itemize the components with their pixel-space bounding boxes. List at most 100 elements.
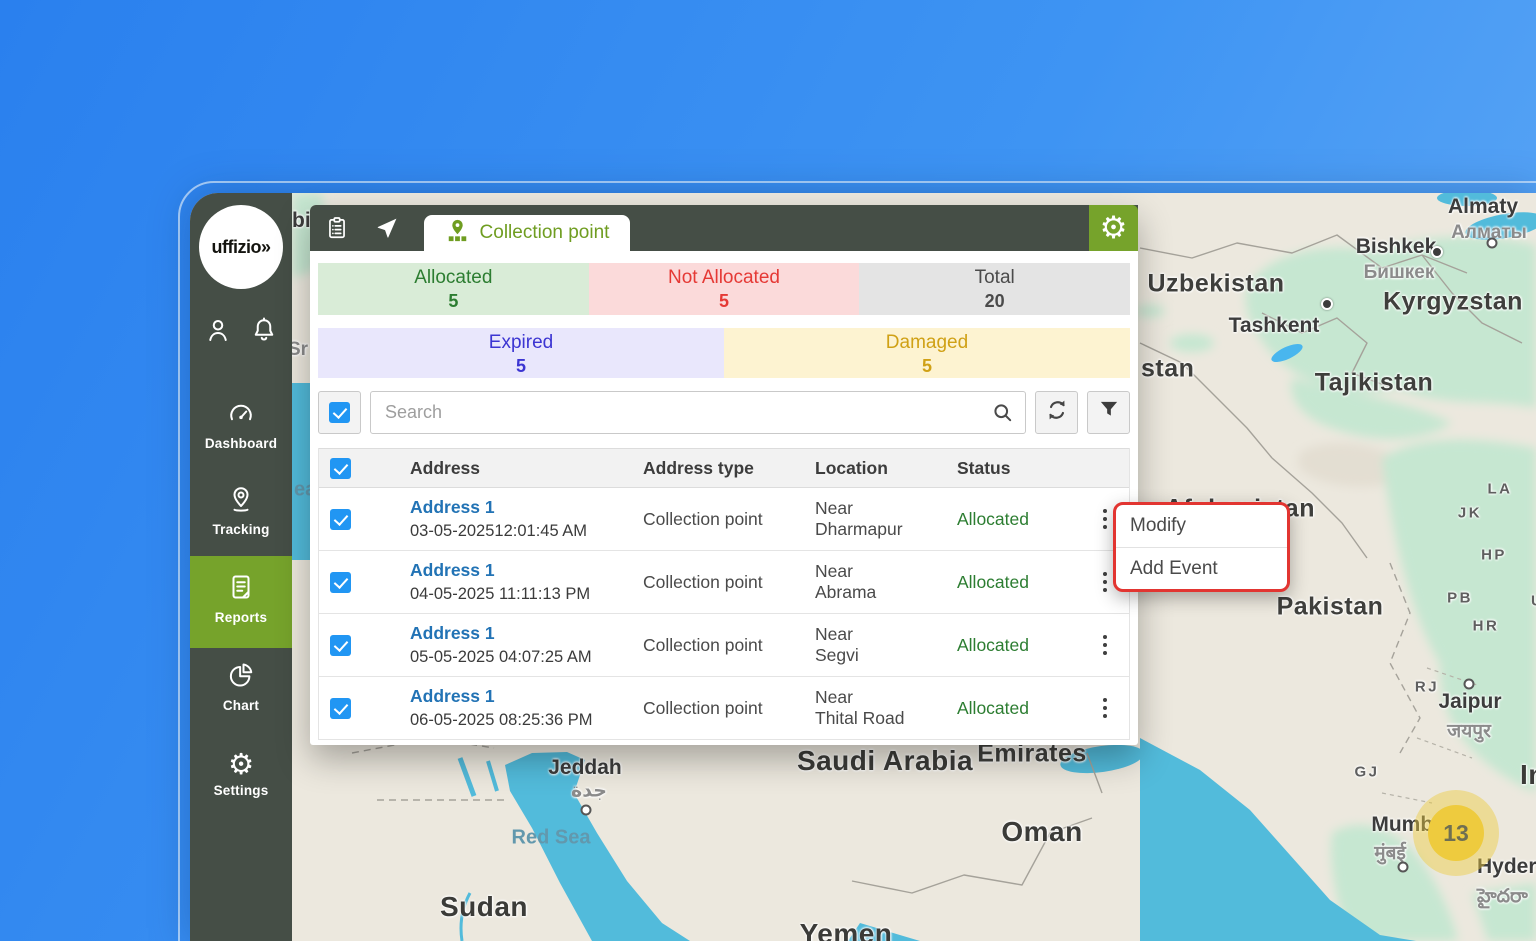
table-row[interactable]: Address 1 05-05-2025 04:07:25 AM Collect… [319, 614, 1129, 677]
send-arrow-icon[interactable] [374, 215, 400, 241]
map-label: جدة [571, 780, 607, 803]
filter-button[interactable] [1087, 391, 1130, 434]
row-checkbox[interactable] [330, 635, 351, 656]
stat-value: 5 [318, 355, 724, 378]
header-checkbox[interactable] [330, 458, 351, 479]
address-datetime: 03-05-202512:01:45 AM [410, 521, 631, 542]
stat-label: Not Allocated [589, 266, 860, 290]
map-label: Tashkent [1229, 314, 1320, 338]
sidebar-item-chart[interactable]: Chart [190, 660, 292, 718]
map-label: PB [1447, 590, 1473, 607]
table-row[interactable]: Address 1 03-05-202512:01:45 AM Collecti… [319, 488, 1129, 551]
map-label: GJ [1354, 764, 1379, 781]
sidebar-item-label: Chart [190, 698, 292, 713]
dashboard-speedometer-icon [226, 415, 256, 432]
city-marker-icon [1398, 862, 1409, 873]
map-label: RJ [1415, 679, 1439, 696]
stat-not-allocated[interactable]: Not Allocated 5 [589, 263, 860, 315]
map-label: Uzbekistan [1148, 270, 1285, 299]
map-label: HR [1473, 618, 1500, 635]
location-line2: Segvi [815, 645, 945, 666]
search-input[interactable] [370, 391, 1026, 434]
row-checkbox[interactable] [330, 509, 351, 530]
location: Near Thital Road [803, 687, 945, 729]
status-value: Allocated [945, 635, 1081, 656]
col-header-status: Status [945, 458, 1081, 479]
map-label: Almaty [1448, 195, 1518, 219]
col-header-address: Address [398, 458, 631, 479]
row-checkbox[interactable] [330, 698, 351, 719]
select-all-toggle[interactable] [318, 391, 361, 434]
logo-text: uffizio» [212, 237, 271, 258]
table-row[interactable]: Address 1 04-05-2025 11:11:13 PM Collect… [319, 551, 1129, 614]
address-datetime: 05-05-2025 04:07:25 AM [410, 647, 631, 668]
stat-damaged[interactable]: Damaged 5 [724, 328, 1130, 378]
row-checkbox[interactable] [330, 572, 351, 593]
stat-value: 5 [318, 290, 589, 313]
location-line1: Near [815, 687, 945, 708]
row-menu-button[interactable] [1081, 635, 1129, 656]
menu-item-modify[interactable]: Modify [1116, 505, 1287, 547]
address-link[interactable]: Address 1 [410, 686, 631, 708]
sidebar-item-label: Reports [190, 610, 292, 625]
cluster-count: 13 [1443, 820, 1469, 847]
map-label: HP [1481, 547, 1507, 564]
refresh-button[interactable] [1035, 391, 1078, 434]
stat-allocated[interactable]: Allocated 5 [318, 263, 589, 315]
checklist-icon[interactable] [324, 215, 350, 241]
stat-expired[interactable]: Expired 5 [318, 328, 724, 378]
bell-icon[interactable] [249, 315, 279, 350]
tab-collection-point[interactable]: Collection point [424, 215, 630, 251]
map-cluster-marker[interactable]: 13 [1428, 805, 1484, 861]
stat-value: 5 [724, 355, 1130, 378]
address-link[interactable]: Address 1 [410, 623, 631, 645]
row-context-menu: Modify Add Event [1113, 502, 1290, 592]
sidebar: uffizio» [190, 193, 292, 941]
address-link[interactable]: Address 1 [410, 497, 631, 519]
sidebar-item-label: Tracking [190, 522, 292, 537]
location-line1: Near [815, 624, 945, 645]
tracking-pin-icon [226, 501, 256, 518]
uffizio-logo: uffizio» [199, 205, 283, 289]
address-type: Collection point [631, 509, 803, 530]
map-label: Бишкек [1364, 262, 1435, 284]
map-label: U [1531, 593, 1536, 610]
location-line2: Dharmapur [815, 519, 945, 540]
gear-icon: ⚙ [1100, 213, 1128, 243]
map-label: Oman [1001, 816, 1082, 848]
address-datetime: 06-05-2025 08:25:36 PM [410, 710, 631, 731]
city-marker-icon [1431, 246, 1443, 258]
map-label: LA [1488, 481, 1513, 498]
search-icon[interactable] [990, 400, 1015, 430]
desktop-background: AlmatyАлматыBishkekБишкекUzbekistanKyrgy… [0, 0, 1536, 941]
table-row[interactable]: Address 1 06-05-2025 08:25:36 PM Collect… [319, 677, 1129, 740]
menu-item-add-event[interactable]: Add Event [1116, 547, 1287, 589]
address-link[interactable]: Address 1 [410, 560, 631, 582]
sidebar-item-tracking[interactable]: Tracking [190, 484, 292, 542]
map-label: హైదరా [1477, 886, 1528, 912]
map-label: Yemen [800, 918, 893, 941]
address-type: Collection point [631, 572, 803, 593]
location: Near Segvi [803, 624, 945, 666]
row-menu-button[interactable] [1081, 698, 1129, 719]
user-icon[interactable] [203, 315, 233, 350]
map-label: Kyrgyzstan [1383, 288, 1523, 317]
sidebar-item-settings[interactable]: ⚙ Settings [190, 750, 292, 808]
location: Near Dharmapur [803, 498, 945, 540]
map-label: Pakistan [1277, 593, 1384, 622]
sidebar-item-label: Dashboard [190, 436, 292, 451]
sidebar-item-dashboard[interactable]: Dashboard [190, 396, 292, 454]
panel-settings-button[interactable]: ⚙ [1089, 205, 1138, 251]
stat-label: Total [859, 266, 1130, 290]
map-label: Hydera [1477, 855, 1536, 879]
stat-total[interactable]: Total 20 [859, 263, 1130, 315]
status-value: Allocated [945, 509, 1081, 530]
sidebar-item-label: Settings [190, 783, 292, 798]
table-header: Address Address type Location Status [319, 448, 1129, 488]
col-header-address-type: Address type [631, 458, 803, 479]
sidebar-item-reports[interactable]: Reports [190, 556, 292, 648]
address-type: Collection point [631, 698, 803, 719]
panel-toolbar: Collection point ⚙ [310, 205, 1138, 251]
map-label: Saudi Arabia [797, 745, 973, 777]
status-value: Allocated [945, 572, 1081, 593]
